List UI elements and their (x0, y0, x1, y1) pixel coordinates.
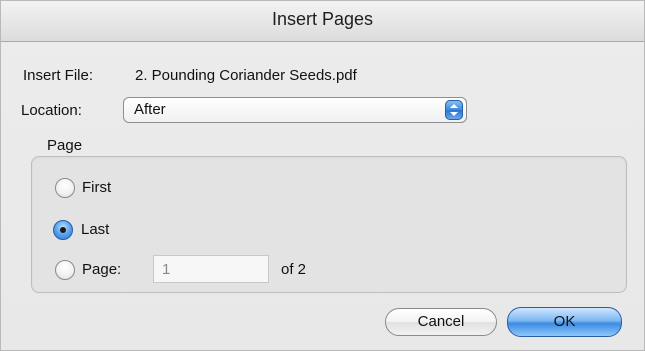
cancel-button[interactable]: Cancel (385, 308, 497, 336)
radio-page-label[interactable]: Page: (82, 261, 121, 278)
title-bar: Insert Pages (1, 1, 644, 42)
location-popup-value: After (134, 101, 166, 118)
page-number-field[interactable] (153, 255, 269, 283)
radio-last-label[interactable]: Last (81, 221, 109, 238)
insert-pages-dialog: Insert Pages Insert File: 2. Pounding Co… (0, 0, 645, 351)
up-down-chevron-icon (445, 100, 463, 120)
radio-first[interactable] (55, 178, 75, 198)
location-label: Location: (21, 102, 82, 119)
radio-first-label[interactable]: First (82, 179, 111, 196)
dialog-title: Insert Pages (271, 9, 374, 29)
page-group-label: Page (47, 137, 83, 154)
radio-last[interactable] (53, 220, 73, 240)
insert-file-value: 2. Pounding Coriander Seeds.pdf (135, 67, 357, 84)
radio-selected-dot (60, 227, 66, 233)
page-of-text: of 2 (281, 261, 307, 278)
insert-file-label: Insert File: (23, 67, 94, 84)
ok-button[interactable]: OK (507, 307, 622, 337)
radio-page[interactable] (55, 260, 75, 280)
location-popup[interactable]: After (123, 97, 467, 123)
